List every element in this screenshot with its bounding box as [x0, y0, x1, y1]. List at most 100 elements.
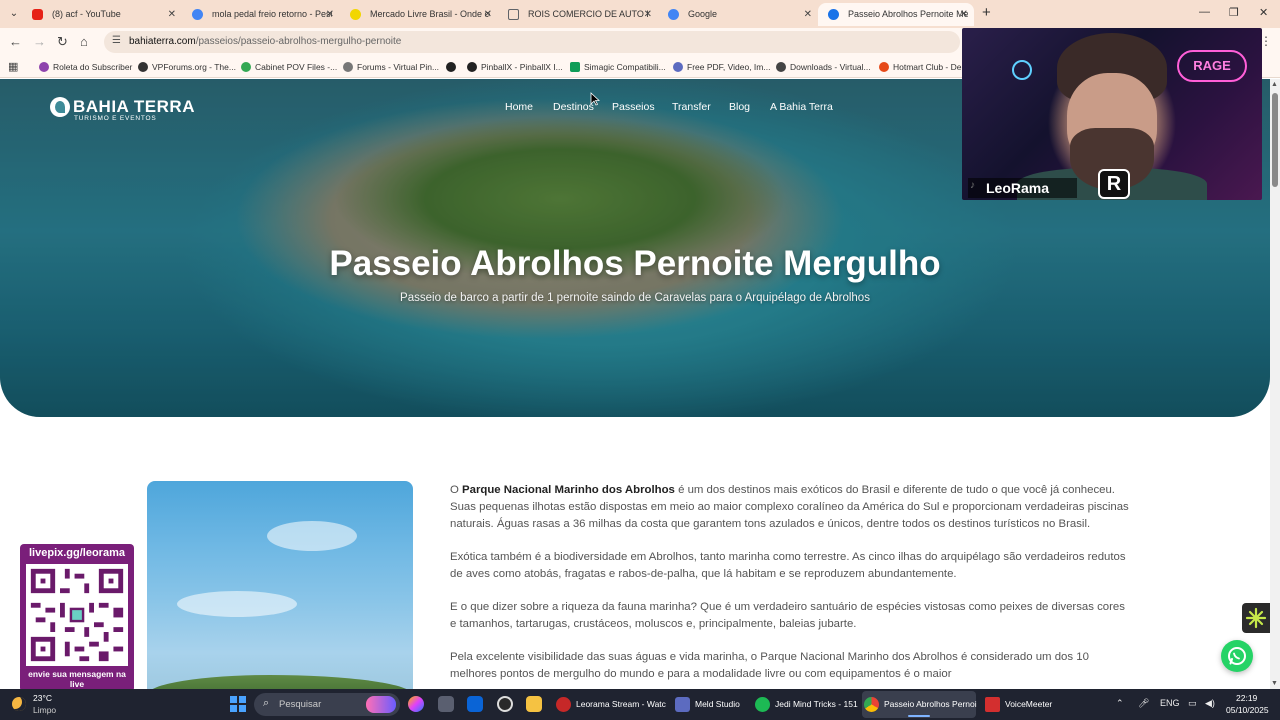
- webcam-overlay: RAGE ♪ LeoRama R: [962, 28, 1262, 200]
- neon-ring-icon: [1012, 60, 1032, 80]
- nav-transfer[interactable]: Transfer: [672, 101, 711, 113]
- clock-time[interactable]: 22:19: [1236, 693, 1257, 703]
- close-window-icon[interactable]: ✕: [1259, 6, 1268, 19]
- new-tab-button[interactable]: +: [982, 4, 991, 21]
- tab-label: mola pedal freio retorno - Pesq: [212, 9, 332, 19]
- livepix-qr-overlay: livepix.gg/leorama envie sua mensagem na…: [20, 544, 134, 692]
- cloud-shape: [267, 521, 357, 551]
- weather-temperature[interactable]: 23°C: [33, 693, 52, 703]
- youtube-icon: [32, 9, 43, 20]
- paragraph-3: E o que dizer sobre a riqueza da fauna m…: [450, 600, 1125, 630]
- tab-rois-comercio[interactable]: ROIS COMERCIO DE AUTO PEÇ ✕: [498, 3, 658, 26]
- bookmark-free-pdf[interactable]: Free PDF, Video, Im...: [673, 60, 770, 74]
- app-icon: [556, 697, 571, 712]
- close-tab-icon[interactable]: ✕: [168, 3, 176, 26]
- tab-google-search[interactable]: mola pedal freio retorno - Pesq ✕: [182, 3, 340, 26]
- volume-icon[interactable]: ◀): [1205, 698, 1215, 709]
- scrollbar-thumb[interactable]: [1272, 93, 1278, 187]
- home-icon[interactable]: ⌂: [80, 34, 88, 50]
- close-tab-icon[interactable]: ✕: [484, 3, 492, 26]
- taskbar-app-spotify[interactable]: Jedi Mind Tricks - 151: [753, 691, 858, 718]
- scroll-down-icon[interactable]: ▼: [1271, 680, 1278, 687]
- accessibility-widget-button[interactable]: [1242, 603, 1270, 633]
- neon-sign: RAGE: [1177, 50, 1247, 82]
- bookmark-vpforums[interactable]: VPForums.org - The...: [138, 60, 236, 74]
- tab-mercado-livre[interactable]: Mercado Livre Brasil - Onde co ✕: [340, 3, 498, 26]
- park-name: Parque Nacional Marinho dos Abrolhos: [462, 484, 675, 496]
- flame-icon: [879, 62, 889, 72]
- copilot-icon[interactable]: [408, 696, 424, 712]
- chevron-up-icon[interactable]: ⌃: [1116, 698, 1124, 709]
- streamer-name: LeoRama: [968, 178, 1078, 198]
- bookmark-icon: [776, 62, 786, 72]
- scroll-up-icon[interactable]: ▲: [1271, 81, 1278, 88]
- tab-google[interactable]: Google ✕: [658, 3, 818, 26]
- taskbar-app-chrome[interactable]: Passeio Abrolhos Pernoi: [862, 691, 977, 718]
- qr-code-icon: [26, 564, 128, 666]
- clock-date[interactable]: 05/10/2025: [1226, 705, 1269, 715]
- bookmark-cabinet-pov[interactable]: Cabinet POV Files -...: [241, 60, 337, 74]
- bookmark-forums-virtual-pin[interactable]: Forums - Virtual Pin...: [343, 60, 439, 74]
- bookmark-hotmart[interactable]: Hotmart Club - Dell: [879, 60, 965, 74]
- address-bar[interactable]: ☰ bahiaterra.com/passeios/passeio-abrolh…: [104, 31, 960, 53]
- app-icon: [985, 697, 1000, 712]
- reload-icon[interactable]: ↻: [57, 34, 68, 50]
- tab-bahia-terra-active[interactable]: Passeio Abrolhos Pernoite Merg ✕: [818, 3, 974, 26]
- close-tab-icon[interactable]: ✕: [960, 3, 968, 26]
- minimize-icon[interactable]: —: [1199, 6, 1210, 18]
- address-url[interactable]: bahiaterra.com/passeios/passeio-abrolhos…: [129, 36, 401, 47]
- app-icon: [675, 697, 690, 712]
- restore-icon[interactable]: ❐: [1229, 6, 1239, 19]
- forward-arrow-icon[interactable]: →: [33, 34, 46, 50]
- bahia-terra-favicon-icon: [828, 9, 839, 20]
- close-tab-icon[interactable]: ✕: [326, 3, 334, 26]
- file-explorer-icon[interactable]: [526, 696, 542, 712]
- windows-start-icon[interactable]: [230, 696, 246, 712]
- close-tab-icon[interactable]: ✕: [804, 3, 812, 26]
- bookmark-icon: [467, 62, 477, 72]
- nav-destinos[interactable]: Destinos: [553, 101, 594, 113]
- bookmark-roleta[interactable]: Roleta do Subscriber: [39, 60, 132, 74]
- obs-icon[interactable]: [497, 696, 513, 712]
- language-indicator[interactable]: ENG: [1160, 698, 1180, 708]
- paragraph-1: O Parque Nacional Marinho dos Abrolhos é…: [450, 484, 1129, 530]
- nav-passeios[interactable]: Passeios: [612, 101, 655, 113]
- bookmark-simagic[interactable]: Simagic Compatibili...: [570, 60, 666, 74]
- taskbar-app-meld-studio[interactable]: Meld Studio: [673, 691, 749, 718]
- tab-label: (8) acf - YouTube: [52, 9, 121, 19]
- sheet-icon: [570, 62, 580, 72]
- tab-label: Passeio Abrolhos Pernoite Merg: [848, 9, 968, 19]
- tab-youtube[interactable]: (8) acf - YouTube ✕: [22, 3, 182, 26]
- taskbar-app-leorama-stream[interactable]: Leorama Stream - Watc: [554, 691, 666, 718]
- mouse-cursor-icon: [590, 92, 600, 106]
- tab-label: Google: [688, 9, 718, 19]
- bookmark-downloads[interactable]: Downloads - Virtual...: [776, 60, 871, 74]
- taskbar-app-voicemeeter[interactable]: VoiceMeeter: [983, 691, 1063, 718]
- taskbar-search[interactable]: ⌕ Pesquisar: [254, 693, 400, 716]
- moon-weather-icon[interactable]: [12, 697, 26, 711]
- microphone-icon[interactable]: 🎤︎: [1138, 698, 1149, 709]
- whatsapp-button[interactable]: [1221, 640, 1253, 672]
- nav-home[interactable]: Home: [505, 101, 533, 113]
- outlook-icon[interactable]: [467, 696, 483, 712]
- cloud-shape: [177, 591, 297, 617]
- nav-blog[interactable]: Blog: [729, 101, 750, 113]
- store-icon[interactable]: [438, 696, 454, 712]
- tab-label: Mercado Livre Brasil - Onde co: [370, 9, 490, 19]
- nav-a-bahia-terra[interactable]: A Bahia Terra: [770, 101, 833, 113]
- google-icon: [668, 9, 679, 20]
- weather-condition[interactable]: Limpo: [33, 705, 56, 715]
- close-tab-icon[interactable]: ✕: [644, 3, 652, 26]
- page-scrollbar[interactable]: ▲ ▼: [1270, 79, 1280, 689]
- back-arrow-icon[interactable]: ←: [9, 34, 22, 50]
- apps-grid-icon[interactable]: ▦: [8, 60, 18, 73]
- tab-search-icon[interactable]: ⌄: [6, 6, 22, 22]
- search-icon: ⌕: [263, 697, 270, 709]
- asterisk-icon: [1245, 607, 1267, 629]
- bookmark-pinballx[interactable]: PinballX - PinballX I...: [467, 60, 563, 74]
- site-info-icon[interactable]: ☰: [112, 35, 121, 46]
- network-icon[interactable]: ▭: [1188, 698, 1197, 709]
- bookmark-icon: [343, 62, 353, 72]
- page-subtitle: Passeio de barco a partir de 1 pernoite …: [400, 292, 870, 304]
- paragraph-2: Exótica também é a biodiversidade em Abr…: [450, 550, 1126, 580]
